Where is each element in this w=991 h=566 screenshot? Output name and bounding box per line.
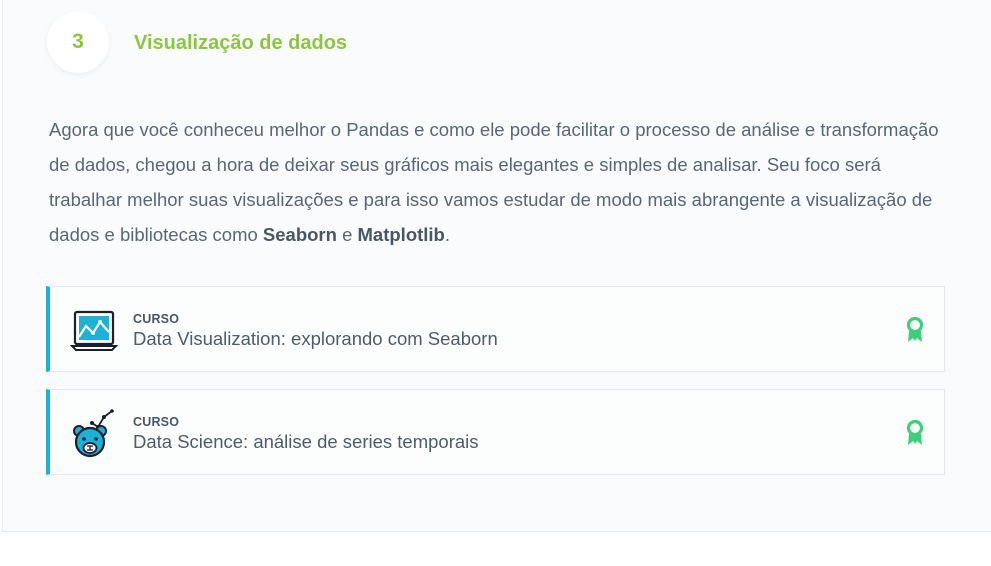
course-kind-label: CURSO [133, 415, 180, 429]
course-card-time-series[interactable]: CURSO Data Science: análise de series te… [46, 389, 945, 475]
course-kind-label: CURSO [133, 312, 180, 326]
course-title[interactable]: Data Science: análise de series temporai… [133, 430, 479, 454]
description-end: . [444, 224, 450, 245]
description-connector: e [336, 224, 358, 245]
step-description: Agora que você conheceu melhor o Pandas … [49, 112, 949, 252]
certificate-ribbon-icon [906, 317, 924, 342]
library-seaborn: Seaborn [262, 224, 337, 245]
course-card-seaborn[interactable]: CURSO Data Visualization: explorando com… [46, 286, 945, 372]
chart-window-icon [70, 310, 119, 351]
step-number-badge: 3 [47, 11, 109, 73]
description-text: Agora que você conheceu melhor o Pandas … [49, 119, 939, 245]
certificate-ribbon-icon [906, 420, 924, 445]
bear-chart-icon [73, 409, 114, 458]
library-matplotlib: Matplotlib [357, 224, 445, 245]
course-title[interactable]: Data Visualization: explorando com Seabo… [133, 327, 498, 351]
step-title: Visualização de dados [134, 32, 348, 54]
